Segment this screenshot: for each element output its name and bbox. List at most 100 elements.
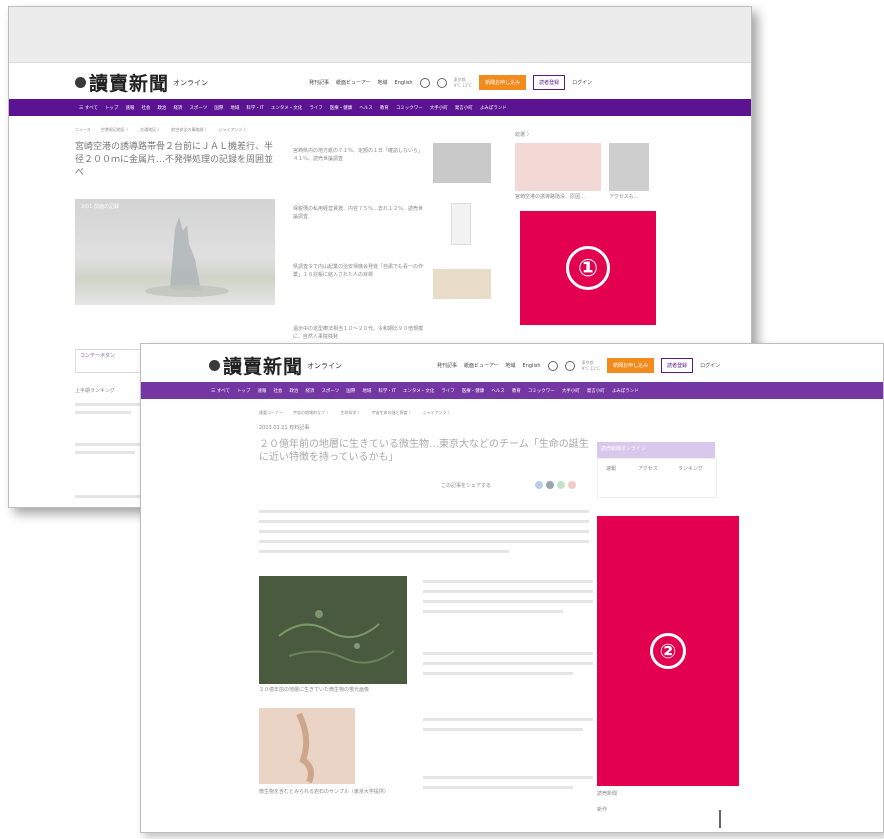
- header-link[interactable]: 紙面ビューアー: [464, 362, 499, 369]
- nav-item[interactable]: 国際: [214, 105, 223, 111]
- register-button[interactable]: 読者登録: [533, 75, 566, 90]
- search-icon[interactable]: [419, 77, 430, 88]
- nav-item[interactable]: よみぽランド: [480, 105, 507, 111]
- nav-item[interactable]: 地域: [362, 388, 371, 394]
- nav-item[interactable]: 発言小町: [587, 388, 605, 394]
- nav-item[interactable]: 教育: [512, 388, 521, 394]
- site-logo[interactable]: 讀賣新聞 オンライン: [75, 69, 208, 96]
- side-story-thumb[interactable]: [451, 203, 471, 245]
- ranking-caption[interactable]: 宮崎空港の誘導路陥没、原因…: [515, 193, 585, 201]
- nav-item[interactable]: 医療・健康: [330, 105, 353, 111]
- side-story[interactable]: 保税債の私用経営賃渡、内容７５％…去れ１２％、読売世論調査: [293, 205, 423, 221]
- nav-item[interactable]: 科学・IT: [378, 388, 396, 394]
- weather-temp: 9°C 11°C: [453, 83, 473, 88]
- x-share-icon[interactable]: [546, 481, 554, 489]
- nav-item[interactable]: スポーツ: [189, 105, 207, 111]
- nav-item[interactable]: エンタメ・文化: [403, 388, 434, 394]
- nav-item[interactable]: 政治: [289, 388, 298, 394]
- site-header: 讀賣新聞 オンライン 発刊記事 紙面ビューアー 地域 English 東京都 9…: [141, 346, 883, 380]
- right-card-tab[interactable]: ランキング: [678, 465, 703, 473]
- header-link-english[interactable]: English: [395, 80, 413, 86]
- breadcrumb-item[interactable]: 航空安全の事故調 〉: [171, 127, 208, 133]
- header-link[interactable]: 紙面ビューアー: [336, 79, 371, 86]
- nav-item[interactable]: 経済: [305, 388, 314, 394]
- help-icon[interactable]: [564, 360, 575, 371]
- nav-item[interactable]: 発言小町: [455, 105, 473, 111]
- nav-item[interactable]: スポーツ: [321, 388, 339, 394]
- weather-widget[interactable]: 東京都 9°C 11°C: [582, 360, 601, 371]
- line-share-icon[interactable]: [557, 481, 565, 489]
- help-icon[interactable]: [436, 77, 447, 88]
- right-card-tab[interactable]: 速報: [606, 465, 616, 473]
- nav-item[interactable]: コミックワー: [528, 388, 555, 394]
- header-link-english[interactable]: English: [523, 363, 541, 369]
- side-story-thumb[interactable]: [433, 143, 491, 183]
- nav-item[interactable]: トップ: [237, 388, 251, 394]
- nav-item[interactable]: 教育: [380, 105, 389, 111]
- breadcrumb-item[interactable]: ジャイアンツ 〉: [423, 410, 452, 416]
- subscribe-button[interactable]: 新聞お申し込み: [479, 75, 527, 90]
- top-story-headline[interactable]: 宮崎空港の誘導路帯骨２台前にＪＡＬ機差行、半径２００ｍに金属片…不発弾処理の記録…: [75, 141, 275, 180]
- nav-item[interactable]: コミックワー: [396, 105, 423, 111]
- nav-item[interactable]: よみぽランド: [612, 388, 639, 394]
- breadcrumb-item[interactable]: ニュース: [75, 127, 91, 133]
- nav-item[interactable]: 大手小町: [562, 388, 580, 394]
- breadcrumb-item[interactable]: 連載コーナー: [259, 410, 283, 416]
- header-link[interactable]: 地域: [506, 362, 516, 369]
- nav-item[interactable]: トップ: [105, 105, 119, 111]
- side-story[interactable]: 県調査令で内山起業の治安帰機会発覚「自粛でも看一の作業」１０兆帳に結入された人の…: [293, 263, 423, 279]
- nav-item[interactable]: 大手小町: [430, 105, 448, 111]
- bookmark-share-icon[interactable]: [568, 481, 576, 489]
- ranking-thumb[interactable]: [609, 143, 649, 191]
- nav-item[interactable]: 国際: [346, 388, 355, 394]
- subscribe-button[interactable]: 新聞お申し込み: [607, 358, 655, 373]
- nav-item[interactable]: 政治: [157, 105, 166, 111]
- breadcrumb-item[interactable]: 宇宙生命の謎と探査 〉: [372, 410, 413, 416]
- facebook-share-icon[interactable]: [535, 481, 543, 489]
- nav-item[interactable]: 社会: [273, 388, 282, 394]
- register-button[interactable]: 読者登録: [661, 358, 694, 373]
- ranking-thumb[interactable]: [515, 143, 601, 191]
- nav-item[interactable]: 科学・IT: [246, 105, 264, 111]
- breadcrumb-item[interactable]: 生命科学 〉: [340, 410, 361, 416]
- login-link[interactable]: ログイン: [572, 79, 592, 86]
- right-bottom-label: 読売新聞: [597, 791, 618, 797]
- search-icon[interactable]: [547, 360, 558, 371]
- weather-widget[interactable]: 東京都 9°C 11°C: [454, 77, 473, 88]
- header-link[interactable]: 地域: [378, 79, 388, 86]
- nav-item[interactable]: 経済: [173, 105, 182, 111]
- nav-item[interactable]: 地域: [230, 105, 239, 111]
- nav-item[interactable]: ヘルス: [491, 388, 505, 394]
- microbe-image[interactable]: [259, 576, 407, 684]
- breadcrumb: ニュース 空港周辺地区 〉 交通地区 〉 航空安全の事故調 〉 ジャイアンツ 〉: [75, 127, 248, 133]
- header-link[interactable]: 発刊記事: [309, 79, 329, 86]
- breadcrumb-item[interactable]: 空港周辺地区 〉: [101, 127, 130, 133]
- breadcrumb-item[interactable]: 宇宙の地域的なク 〉: [293, 410, 330, 416]
- header-link[interactable]: 発刊記事: [437, 362, 457, 369]
- side-story[interactable]: 温示中の定型療法相当１０〜２０代、令和期比９０倍規模に、自然人事院検発: [293, 325, 423, 341]
- site-logo[interactable]: 讀賣新聞 オンライン: [209, 352, 342, 379]
- right-card-tab[interactable]: アクセス: [638, 465, 658, 473]
- nav-item[interactable]: ライフ: [441, 388, 455, 394]
- top-story-image[interactable]: 3の1 前面の記録: [75, 199, 275, 305]
- nav-item[interactable]: ヘルス: [359, 105, 373, 111]
- main-nav: 三 すべて トップ 速報 社会 政治 経済 スポーツ 国際 地域 科学・IT エ…: [141, 382, 883, 399]
- breadcrumb-item[interactable]: ジャイアンツ 〉: [219, 127, 248, 133]
- breadcrumb-item[interactable]: 交通地区 〉: [140, 127, 161, 133]
- nav-item[interactable]: ライフ: [309, 105, 323, 111]
- nav-item[interactable]: 三 すべて: [211, 388, 230, 394]
- scroll-indicator[interactable]: [719, 810, 721, 828]
- right-bottom-label: 新作: [597, 807, 608, 813]
- nav-item[interactable]: エンタメ・文化: [271, 105, 302, 111]
- nav-item[interactable]: 医療・健康: [462, 388, 485, 394]
- nav-item[interactable]: 速報: [125, 105, 134, 111]
- nav-item[interactable]: 社会: [141, 105, 150, 111]
- ranking-label[interactable]: 総選 〉: [515, 131, 532, 139]
- side-story-thumb[interactable]: [433, 269, 491, 299]
- rock-sample-image[interactable]: [259, 708, 355, 784]
- side-story[interactable]: 宮崎県内の地方紙の７１％、定額の１日「確認しないら」４１％、読売世論調査: [293, 147, 423, 163]
- ranking-caption[interactable]: アクセスも…: [609, 193, 639, 201]
- nav-item[interactable]: 速報: [257, 388, 266, 394]
- login-link[interactable]: ログイン: [700, 362, 720, 369]
- nav-item[interactable]: 三 すべて: [79, 105, 98, 111]
